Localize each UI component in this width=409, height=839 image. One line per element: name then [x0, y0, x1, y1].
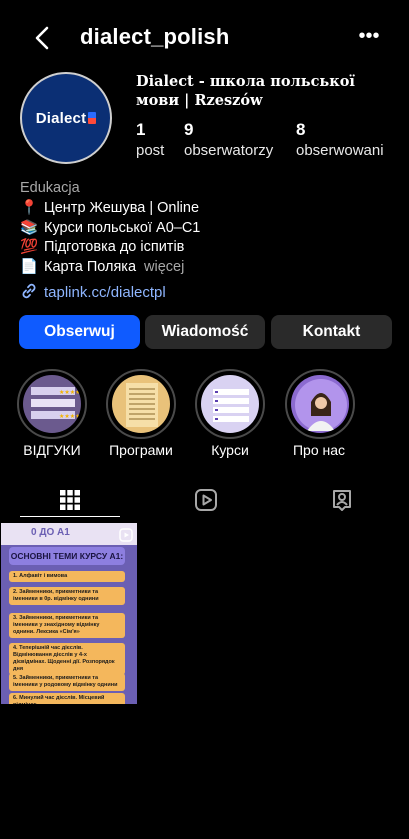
avatar[interactable]: Dialect — [20, 72, 112, 164]
bio-line: 📚 Курси польської А0–С1 — [20, 220, 201, 236]
post-header-strip: 0 ДО А1 — [1, 523, 137, 545]
posts-count[interactable]: 1 — [136, 120, 145, 140]
highlight-cover — [291, 375, 349, 433]
highlight-label[interactable]: Про нас — [274, 442, 364, 458]
highlight-cover — [201, 375, 259, 433]
link-icon — [22, 283, 36, 299]
highlight-programs[interactable] — [106, 369, 176, 439]
highlight-reviews[interactable]: ★★★★★ ★★★★★ — [17, 369, 87, 439]
highlight-label[interactable]: Програми — [96, 442, 186, 458]
back-icon[interactable] — [30, 24, 56, 52]
posts-label[interactable]: post — [136, 142, 164, 159]
profile-link[interactable]: taplink.cc/dialectpl — [20, 282, 166, 301]
post-topic: 5. Займенники, прикметники та іменники у… — [9, 673, 125, 691]
bio-line: 📄 Карта Поляка więcej — [20, 259, 185, 275]
profile-category: Edukacja — [20, 180, 80, 196]
display-name: Dialect - школа польської мови | Rzeszów — [136, 73, 355, 109]
post-topic: 3. Займенники, прикметники та іменники у… — [9, 613, 125, 638]
highlight-about[interactable] — [285, 369, 355, 439]
followers-count[interactable]: 9 — [184, 120, 193, 140]
reel-indicator-icon — [119, 528, 133, 542]
highlight-label[interactable]: ВІДГУКИ — [7, 442, 97, 458]
highlight-cover — [112, 375, 170, 433]
reels-icon[interactable] — [194, 488, 218, 512]
books-icon: 📚 — [20, 220, 39, 236]
post-topic: 1. Алфавіт і вимова — [9, 571, 125, 582]
followers-label[interactable]: obserwatorzy — [184, 142, 273, 159]
highlight-courses[interactable] — [195, 369, 265, 439]
active-tab-indicator — [20, 516, 120, 517]
bio-line: 💯 Підготовка до іспитів — [20, 239, 185, 255]
post-title: 0 ДО А1 — [31, 527, 70, 538]
post-thumbnail[interactable]: 0 ДО А1 ОСНОВНІ ТЕМИ КУРСУ А1: 1. Алфаві… — [1, 523, 137, 704]
contact-button[interactable]: Kontakt — [271, 315, 392, 349]
following-label[interactable]: obserwowani — [296, 142, 384, 159]
profile-username: dialect_polish — [80, 24, 230, 49]
svg-text:★★★★★: ★★★★★ — [59, 413, 81, 420]
grid-icon[interactable] — [58, 488, 82, 512]
avatar-logo: Dialect — [36, 110, 97, 127]
document-icon: 📄 — [20, 259, 39, 275]
flag-icon — [88, 111, 97, 124]
post-topic: 4. Теперішній час дієслів. Відмінювання … — [9, 643, 125, 675]
message-button[interactable]: Wiadomość — [145, 315, 265, 349]
post-banner: ОСНОВНІ ТЕМИ КУРСУ А1: — [9, 547, 125, 565]
highlight-cover: ★★★★★ ★★★★★ — [23, 375, 81, 433]
tagged-icon[interactable] — [330, 488, 354, 512]
hundred-icon: 💯 — [20, 239, 39, 255]
pin-icon: 📍 — [20, 200, 39, 216]
more-options-icon[interactable]: ••• — [356, 26, 382, 46]
post-topic: 6. Минулий час дієслів. Місцевий відміно… — [9, 693, 125, 704]
follow-button[interactable]: Obserwuj — [19, 315, 140, 349]
svg-text:★★★★★: ★★★★★ — [59, 389, 81, 396]
highlight-label[interactable]: Курси — [185, 442, 275, 458]
bio-line: 📍 Центр Жешува | Online — [20, 200, 200, 216]
following-count[interactable]: 8 — [296, 120, 305, 140]
bio-more-link[interactable]: więcej — [144, 259, 184, 275]
post-topic: 2. Займенники, прикметники та іменники в… — [9, 587, 125, 605]
